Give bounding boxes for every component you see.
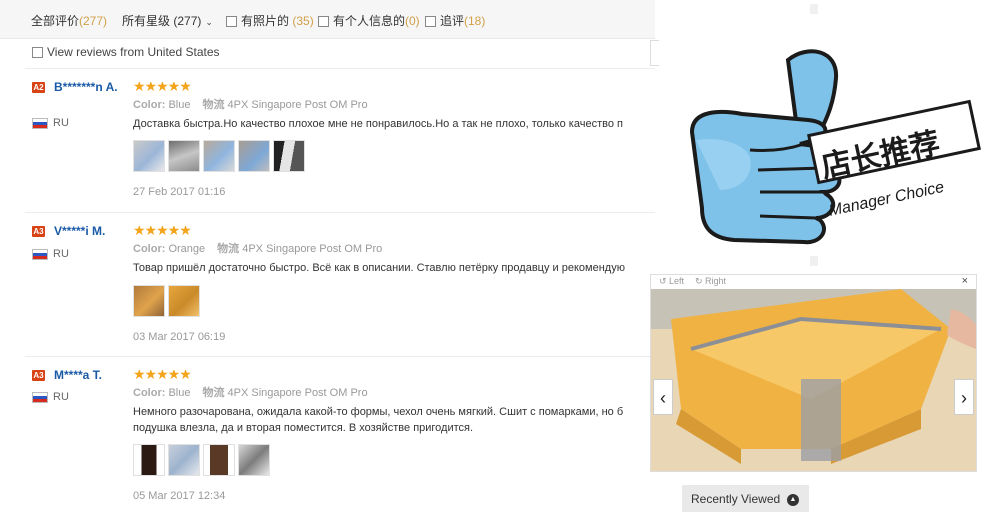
review-photo-thumbnail[interactable] [238,444,270,476]
reviewer-country: RU [53,117,69,129]
shipping-label: 物流 [217,243,240,255]
filter-stars-count: (277) [173,14,202,28]
user-level-badge: A3 [32,370,45,381]
reviewer-name[interactable]: B*******n A. [54,82,124,94]
checkbox[interactable] [318,16,329,27]
russia-flag-icon [32,392,48,403]
review-meta: Color: Orange 物流 4PX Singapore Post OM Pr… [133,240,382,256]
review-date: 27 Feb 2017 01:16 [133,186,226,198]
rotate-right-label: Right [705,276,727,286]
review-photo-thumbnail[interactable] [238,140,270,172]
checkbox[interactable] [226,16,237,27]
next-photo-button[interactable]: › [954,379,974,415]
review-photo-thumbnail[interactable] [133,444,165,476]
review-text: Немного разочарована, ожидала какой-то ф… [133,404,655,436]
search-input[interactable] [650,40,659,66]
filter-with-photos[interactable]: 有照片的 (35) [226,12,314,29]
russia-flag-icon [32,118,48,129]
divider [25,212,655,213]
previous-photo-button[interactable]: ‹ [653,379,673,415]
color-value: Blue [168,387,191,399]
color-label: Color: [133,387,166,399]
recently-viewed-tab[interactable]: Recently Viewed ▲ [682,485,809,512]
scroll-marker [810,4,818,14]
review-item: A3 M****a T. RU ★★★★★ Color: Blue 物流 4PX … [0,370,655,512]
review-item: A3 V*****i M. RU ★★★★★ Color: Orange 物流 4… [0,226,655,354]
shipping-label: 物流 [202,99,225,111]
review-photos [133,285,203,320]
review-photo-thumbnail[interactable] [133,285,165,317]
checkbox[interactable] [32,47,43,58]
review-meta: Color: Blue 物流 4PX Singapore Post OM Pro [133,96,368,112]
shipping-value: 4PX Singapore Post OM Pro [227,99,368,111]
review-photo-thumbnail[interactable] [203,444,235,476]
color-label: Color: [133,243,166,255]
review-meta: Color: Blue 物流 4PX Singapore Post OM Pro [133,384,368,400]
filter-us-reviews[interactable]: View reviews from United States [32,45,220,59]
filter-us-label: View reviews from United States [47,45,220,59]
review-text: Доставка быстра.Но качество плохое мне н… [133,118,623,130]
reviewer-country: RU [53,391,69,403]
close-icon[interactable]: × [962,275,968,287]
shipping-value: 4PX Singapore Post OM Pro [242,243,383,255]
review-photo-thumbnail[interactable] [203,140,235,172]
checkbox[interactable] [425,16,436,27]
star-rating: ★★★★★ [133,82,192,94]
review-item: A2 B*******n A. RU ★★★★★ Color: Blue 物流 4… [0,82,655,210]
filter-all-label: 全部评价 [31,14,80,28]
filter-star-dropdown[interactable]: 所有星级 (277) ⌄ [122,12,213,29]
divider [25,68,655,69]
star-rating: ★★★★★ [133,370,192,382]
filter-photos-count: (35) [292,14,314,28]
rotate-left-button[interactable]: ↺ Left [659,276,684,287]
user-level-badge: A2 [32,82,45,93]
chevron-down-icon: ⌄ [205,17,213,27]
star-rating: ★★★★★ [133,226,192,238]
chevron-up-icon: ▲ [787,494,799,506]
rotate-left-label: Left [669,276,685,286]
review-date: 05 Mar 2017 12:34 [133,490,226,502]
review-text-line: подушка влезла, да и вторая поместится. … [133,422,474,434]
filter-follow-up[interactable]: 追评(18) [425,12,485,29]
filter-personal-label: 有个人信息的 [333,14,406,28]
review-text-line: Немного разочарована, ожидала какой-то ф… [133,406,624,418]
shipping-label: 物流 [202,387,225,399]
review-photo-thumbnail[interactable] [168,285,200,317]
reviewer-name[interactable]: V*****i M. [54,226,124,238]
manager-choice-badge: 店长推荐 Manager Choice [689,49,981,245]
review-photos [133,444,273,479]
filter-followup-label: 追评 [440,14,465,28]
reviewer-name[interactable]: M****a T. [54,370,124,382]
viewer-toolbar: ↺ Left ↻ Right × [651,275,976,289]
reviewer-country: RU [53,248,69,260]
user-level-badge: A3 [32,226,45,237]
filter-all-reviews[interactable]: 全部评价(277) [31,12,107,29]
manager-choice-title-en: Manager Choice [827,179,945,220]
review-photos [133,140,308,175]
scroll-marker [810,256,818,266]
color-label: Color: [133,99,166,111]
review-text: Товар пришёл достаточно быстро. Всё как … [133,262,625,274]
review-photo-thumbnail[interactable] [133,140,165,172]
shipping-value: 4PX Singapore Post OM Pro [227,387,368,399]
review-photo-large [651,289,976,471]
filter-followup-count: (18) [464,14,486,28]
recently-viewed-label: Recently Viewed [691,492,781,506]
review-photo-thumbnail[interactable] [168,140,200,172]
filter-stars-label: 所有星级 [122,14,171,28]
color-value: Blue [168,99,191,111]
review-date: 03 Mar 2017 06:19 [133,331,226,343]
review-filter-bar: 全部评价(277) 所有星级 (277) ⌄ 有照片的 (35) 有个人信息的(0… [0,0,655,39]
review-photo-thumbnail[interactable] [168,444,200,476]
review-photo-thumbnail[interactable] [273,140,305,172]
divider [25,356,655,357]
filter-photos-label: 有照片的 [241,14,290,28]
filter-personal-count: (0) [405,14,420,28]
russia-flag-icon [32,249,48,260]
filter-all-count: (277) [79,14,108,28]
photo-viewer: ↺ Left ↻ Right × ‹ › [650,274,977,472]
rotate-right-button[interactable]: ↻ Right [695,276,726,287]
filter-with-personal-info[interactable]: 有个人信息的(0) [318,12,420,29]
color-value: Orange [168,243,206,255]
